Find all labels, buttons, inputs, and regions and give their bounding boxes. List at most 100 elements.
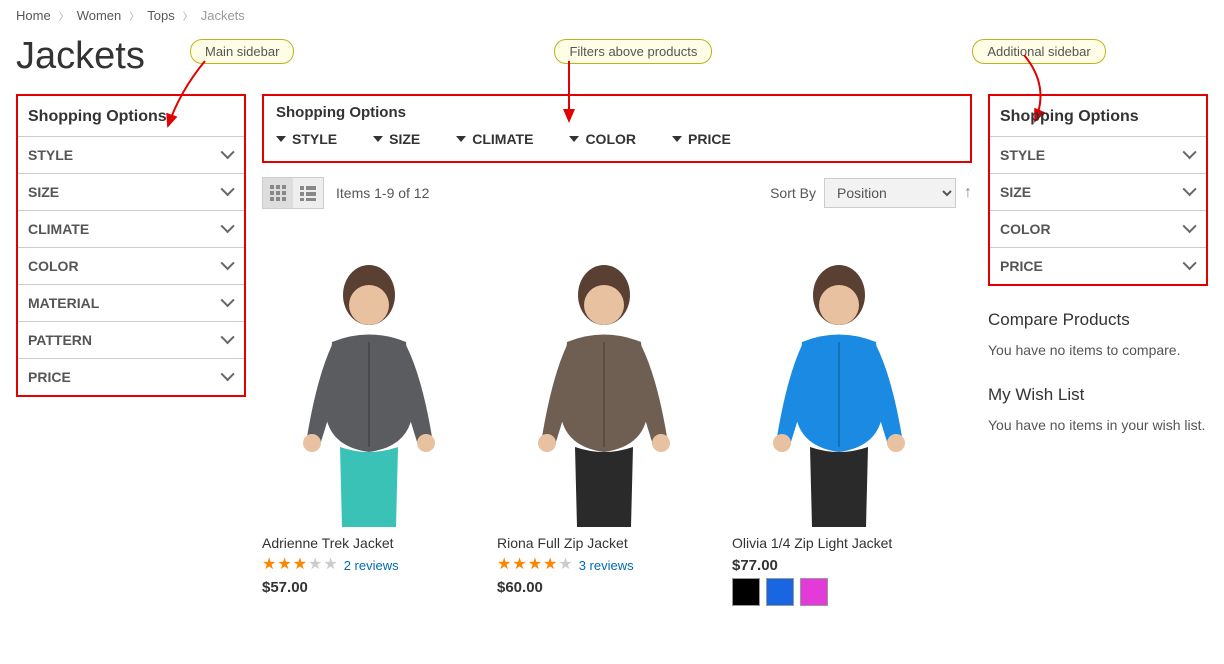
star-icon: ★ bbox=[528, 557, 542, 573]
triangle-down-icon bbox=[276, 136, 286, 142]
filter-label: PRICE bbox=[1000, 258, 1043, 274]
chevron-down-icon bbox=[221, 330, 235, 344]
filter-label: COLOR bbox=[1000, 221, 1051, 237]
top-filter-size[interactable]: SIZE bbox=[373, 131, 420, 147]
breadcrumb-women[interactable]: Women bbox=[77, 8, 122, 23]
product-price: $60.00 bbox=[497, 579, 712, 596]
star-icon: ★ bbox=[497, 557, 511, 573]
chevron-right-icon: 〉 bbox=[129, 8, 139, 23]
filter-label: COLOR bbox=[28, 258, 79, 274]
rating-stars: ★★★★★ bbox=[262, 557, 338, 573]
compare-products-text: You have no items to compare. bbox=[988, 340, 1208, 361]
product-name[interactable]: Olivia 1/4 Zip Light Jacket bbox=[732, 535, 947, 551]
additional-sidebar-shopping-options: Shopping Options STYLE SIZE COLOR PRICE bbox=[988, 94, 1208, 286]
triangle-down-icon bbox=[569, 136, 579, 142]
star-icon: ★ bbox=[323, 557, 337, 573]
chevron-down-icon bbox=[221, 219, 235, 233]
wishlist-text: You have no items in your wish list. bbox=[988, 415, 1208, 436]
top-filter-style[interactable]: STYLE bbox=[276, 131, 337, 147]
breadcrumb-home[interactable]: Home bbox=[16, 8, 51, 23]
chevron-right-icon: 〉 bbox=[59, 8, 69, 23]
view-mode-switcher bbox=[262, 177, 324, 209]
star-icon: ★ bbox=[262, 557, 276, 573]
filter-color[interactable]: COLOR bbox=[990, 211, 1206, 248]
product-price: $57.00 bbox=[262, 579, 477, 596]
callout-additional-sidebar: Additional sidebar bbox=[972, 39, 1105, 64]
product-image[interactable] bbox=[732, 247, 947, 527]
color-swatch[interactable] bbox=[800, 578, 828, 606]
product-card[interactable]: Adrienne Trek Jacket★★★★★2 reviews$57.00 bbox=[262, 247, 477, 606]
filter-size[interactable]: SIZE bbox=[990, 174, 1206, 211]
product-image[interactable] bbox=[497, 247, 712, 527]
list-view-button[interactable] bbox=[293, 178, 323, 208]
chevron-down-icon bbox=[1183, 256, 1197, 270]
filter-size[interactable]: SIZE bbox=[18, 174, 244, 211]
filter-pattern[interactable]: PATTERN bbox=[18, 322, 244, 359]
star-icon: ★ bbox=[558, 557, 572, 573]
filter-label: CLIMATE bbox=[28, 221, 89, 237]
shopping-options-title: Shopping Options bbox=[990, 96, 1206, 136]
product-grid: Adrienne Trek Jacket★★★★★2 reviews$57.00… bbox=[262, 247, 972, 606]
filter-label: SIZE bbox=[1000, 184, 1031, 200]
chevron-right-icon: 〉 bbox=[183, 8, 193, 23]
filter-label: MATERIAL bbox=[28, 295, 99, 311]
top-filter-color[interactable]: COLOR bbox=[569, 131, 636, 147]
product-name[interactable]: Riona Full Zip Jacket bbox=[497, 535, 712, 551]
filter-climate[interactable]: CLIMATE bbox=[18, 211, 244, 248]
wishlist-title: My Wish List bbox=[988, 385, 1208, 405]
chevron-down-icon bbox=[1183, 219, 1197, 233]
filter-label: SIZE bbox=[28, 184, 59, 200]
page-title-row: Jackets Main sidebar Filters above produ… bbox=[0, 31, 1224, 94]
list-icon bbox=[300, 185, 316, 201]
top-filter-label: SIZE bbox=[389, 131, 420, 147]
compare-products-section: Compare Products You have no items to co… bbox=[988, 310, 1208, 361]
color-swatch[interactable] bbox=[732, 578, 760, 606]
chevron-down-icon bbox=[1183, 182, 1197, 196]
shopping-options-title: Shopping Options bbox=[18, 96, 244, 136]
star-icon: ★ bbox=[543, 557, 557, 573]
callout-main-sidebar: Main sidebar bbox=[190, 39, 294, 64]
star-icon: ★ bbox=[308, 557, 322, 573]
filter-label: STYLE bbox=[1000, 147, 1045, 163]
compare-products-title: Compare Products bbox=[988, 310, 1208, 330]
product-image[interactable] bbox=[262, 247, 477, 527]
top-filters-title: Shopping Options bbox=[276, 104, 958, 121]
filter-price[interactable]: PRICE bbox=[18, 359, 244, 395]
product-card[interactable]: Olivia 1/4 Zip Light Jacket $77.00 bbox=[732, 247, 947, 606]
chevron-down-icon bbox=[221, 293, 235, 307]
top-filter-label: PRICE bbox=[688, 131, 731, 147]
star-icon: ★ bbox=[277, 557, 291, 573]
filter-style[interactable]: STYLE bbox=[990, 137, 1206, 174]
rating-stars: ★★★★★ bbox=[497, 557, 573, 573]
grid-icon bbox=[270, 185, 286, 201]
star-icon: ★ bbox=[512, 557, 526, 573]
product-name[interactable]: Adrienne Trek Jacket bbox=[262, 535, 477, 551]
toolbar: Items 1-9 of 12 Sort By Position ↑ bbox=[262, 171, 972, 217]
filter-color[interactable]: COLOR bbox=[18, 248, 244, 285]
right-sidebar: Shopping Options STYLE SIZE COLOR PRICE Com… bbox=[988, 94, 1208, 606]
grid-view-button[interactable] bbox=[263, 178, 293, 208]
filter-style[interactable]: STYLE bbox=[18, 137, 244, 174]
triangle-down-icon bbox=[373, 136, 383, 142]
reviews-link[interactable]: 2 reviews bbox=[344, 558, 399, 573]
filter-price[interactable]: PRICE bbox=[990, 248, 1206, 284]
product-card[interactable]: Riona Full Zip Jacket★★★★★3 reviews$60.0… bbox=[497, 247, 712, 606]
filter-material[interactable]: MATERIAL bbox=[18, 285, 244, 322]
top-filter-label: COLOR bbox=[585, 131, 636, 147]
chevron-down-icon bbox=[1183, 145, 1197, 159]
breadcrumb-tops[interactable]: Tops bbox=[147, 8, 174, 23]
left-sidebar: Shopping Options STYLE SIZE CLIMATE COLOR MA… bbox=[16, 94, 246, 606]
top-filter-climate[interactable]: CLIMATE bbox=[456, 131, 533, 147]
top-filter-price[interactable]: PRICE bbox=[672, 131, 731, 147]
color-swatch[interactable] bbox=[766, 578, 794, 606]
callout-filters-above: Filters above products bbox=[554, 39, 712, 64]
center-column: Shopping Options STYLE SIZE CLIMATE COLOR PR… bbox=[262, 94, 972, 606]
wishlist-section: My Wish List You have no items in your w… bbox=[988, 385, 1208, 436]
main-wrap: Shopping Options STYLE SIZE CLIMATE COLOR MA… bbox=[0, 94, 1224, 622]
reviews-link[interactable]: 3 reviews bbox=[579, 558, 634, 573]
sort-direction-toggle[interactable]: ↑ bbox=[964, 184, 972, 202]
product-price: $77.00 bbox=[732, 557, 947, 574]
star-icon: ★ bbox=[293, 557, 307, 573]
sort-by-select[interactable]: Position bbox=[824, 178, 956, 208]
sort-by-label: Sort By bbox=[770, 185, 816, 201]
